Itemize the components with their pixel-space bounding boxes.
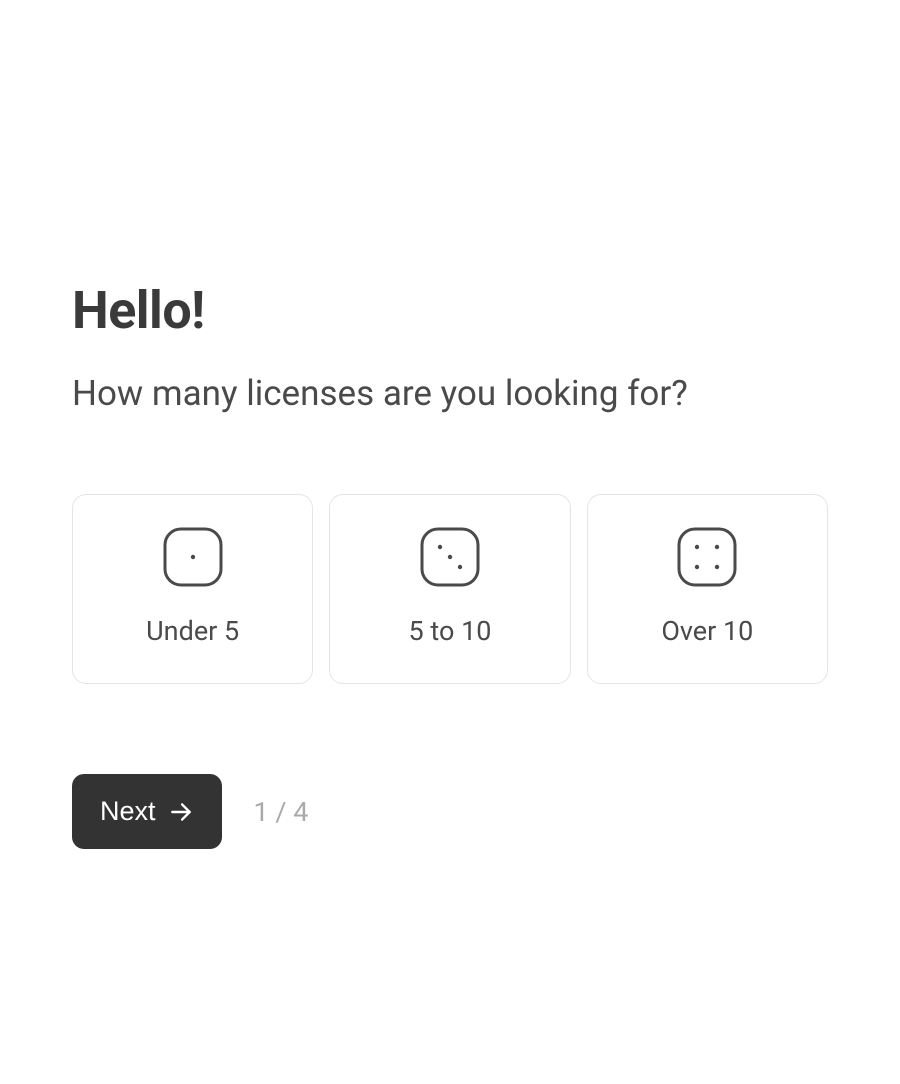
option-under-5[interactable]: Under 5 <box>72 494 313 684</box>
progress-indicator: 1 / 4 <box>254 796 309 828</box>
option-5-to-10[interactable]: 5 to 10 <box>329 494 570 684</box>
next-button-label: Next <box>100 796 156 827</box>
dice-1-icon <box>163 527 223 587</box>
dice-4-icon <box>677 527 737 587</box>
next-button[interactable]: Next <box>72 774 222 849</box>
option-over-10[interactable]: Over 10 <box>587 494 828 684</box>
option-label: Over 10 <box>661 615 753 647</box>
page-title: Hello! <box>72 280 828 341</box>
option-label: 5 to 10 <box>409 615 492 647</box>
dice-3-icon <box>420 527 480 587</box>
option-label: Under 5 <box>146 615 239 647</box>
page-subtitle: How many licenses are you looking for? <box>72 373 828 414</box>
arrow-right-icon <box>168 799 194 825</box>
footer: Next 1 / 4 <box>72 774 828 849</box>
options-container: Under 5 5 to 10 Over 10 <box>72 494 828 684</box>
